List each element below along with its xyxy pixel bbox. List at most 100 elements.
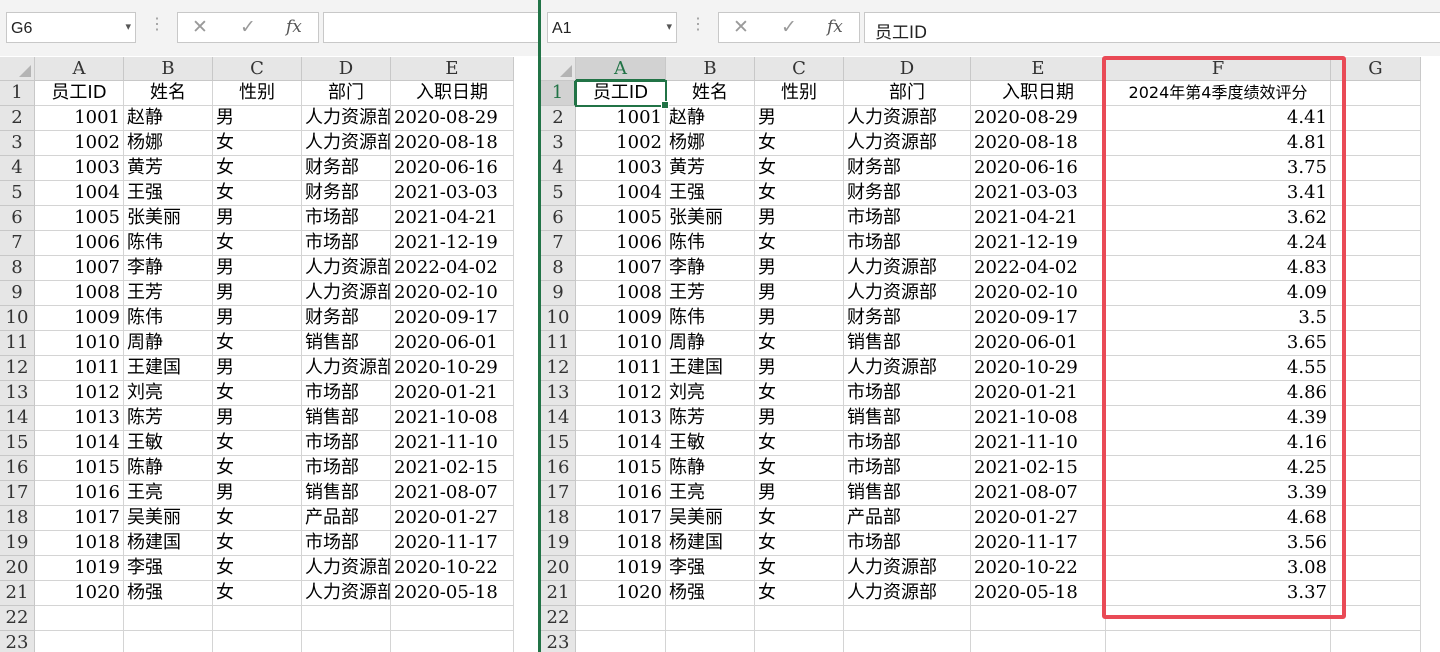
table-cell[interactable]: 陈伟 [666, 306, 755, 331]
chevron-down-icon[interactable]: ▾ [125, 20, 131, 33]
empty-cell[interactable] [124, 606, 213, 631]
table-cell[interactable]: 销售部 [302, 406, 391, 431]
row-header-6[interactable]: 6 [0, 206, 35, 231]
table-cell[interactable]: 女 [755, 556, 844, 581]
table-cell[interactable]: 人力资源部 [844, 281, 971, 306]
table-cell[interactable]: 1016 [576, 481, 666, 506]
table-cell[interactable]: 2021-03-03 [391, 181, 514, 206]
table-cell[interactable]: 产品部 [302, 506, 391, 531]
table-cell[interactable]: 王亮 [124, 481, 213, 506]
table-cell[interactable]: 男 [755, 206, 844, 231]
header-cell[interactable]: 员工ID [576, 81, 666, 106]
table-cell[interactable]: 1008 [35, 281, 124, 306]
table-cell[interactable]: 2020-10-29 [391, 356, 514, 381]
table-cell[interactable]: 2022-04-02 [971, 256, 1106, 281]
empty-cell[interactable] [1331, 256, 1421, 281]
table-cell[interactable]: 黄芳 [666, 156, 755, 181]
empty-cell[interactable] [302, 631, 391, 652]
table-cell[interactable]: 1003 [576, 156, 666, 181]
table-cell[interactable]: 销售部 [844, 331, 971, 356]
row-header-20[interactable]: 20 [0, 556, 35, 581]
table-cell[interactable]: 2020-10-22 [971, 556, 1106, 581]
empty-cell[interactable] [1106, 606, 1331, 631]
empty-cell[interactable] [844, 631, 971, 652]
table-cell[interactable]: 陈伟 [124, 306, 213, 331]
table-cell[interactable]: 1015 [35, 456, 124, 481]
row-header-22[interactable]: 22 [0, 606, 35, 631]
table-cell[interactable]: 赵静 [124, 106, 213, 131]
empty-cell[interactable] [1331, 281, 1421, 306]
name-box[interactable]: A1 ▾ [547, 12, 677, 43]
table-cell[interactable]: 3.62 [1106, 206, 1331, 231]
table-cell[interactable]: 女 [213, 331, 302, 356]
table-cell[interactable]: 2021-02-15 [971, 456, 1106, 481]
table-cell[interactable]: 张美丽 [124, 206, 213, 231]
table-cell[interactable]: 周静 [666, 331, 755, 356]
table-cell[interactable]: 市场部 [844, 431, 971, 456]
row-header-11[interactable]: 11 [0, 331, 35, 356]
row-header-13[interactable]: 13 [541, 381, 576, 406]
insert-function-icon[interactable]: fx [286, 17, 302, 37]
table-cell[interactable]: 人力资源部 [844, 356, 971, 381]
table-cell[interactable]: 3.56 [1106, 531, 1331, 556]
row-header-10[interactable]: 10 [541, 306, 576, 331]
table-cell[interactable]: 1018 [576, 531, 666, 556]
table-cell[interactable]: 张美丽 [666, 206, 755, 231]
table-cell[interactable]: 4.25 [1106, 456, 1331, 481]
table-cell[interactable]: 女 [755, 531, 844, 556]
table-cell[interactable]: 男 [755, 106, 844, 131]
cancel-icon[interactable]: ✕ [733, 16, 749, 38]
table-cell[interactable]: 陈伟 [666, 231, 755, 256]
table-cell[interactable]: 1002 [35, 131, 124, 156]
table-cell[interactable]: 销售部 [302, 331, 391, 356]
empty-cell[interactable] [1331, 506, 1421, 531]
table-cell[interactable]: 2020-08-18 [971, 131, 1106, 156]
table-cell[interactable]: 男 [213, 281, 302, 306]
table-cell[interactable]: 2020-06-01 [971, 331, 1106, 356]
table-cell[interactable]: 1020 [576, 581, 666, 606]
table-cell[interactable]: 王芳 [124, 281, 213, 306]
table-cell[interactable]: 1020 [35, 581, 124, 606]
row-header-1[interactable]: 1 [0, 81, 35, 106]
row-header-2[interactable]: 2 [0, 106, 35, 131]
header-cell[interactable]: 部门 [844, 81, 971, 106]
table-cell[interactable]: 2020-05-18 [391, 581, 514, 606]
table-cell[interactable]: 女 [213, 531, 302, 556]
table-cell[interactable]: 陈芳 [124, 406, 213, 431]
table-cell[interactable]: 4.39 [1106, 406, 1331, 431]
row-header-8[interactable]: 8 [541, 256, 576, 281]
table-cell[interactable]: 男 [213, 306, 302, 331]
empty-cell[interactable] [1331, 481, 1421, 506]
empty-cell[interactable] [1331, 406, 1421, 431]
table-cell[interactable]: 3.08 [1106, 556, 1331, 581]
table-cell[interactable]: 2020-02-10 [971, 281, 1106, 306]
row-header-5[interactable]: 5 [541, 181, 576, 206]
row-header-16[interactable]: 16 [541, 456, 576, 481]
empty-cell[interactable] [1331, 106, 1421, 131]
table-cell[interactable]: 人力资源部 [844, 581, 971, 606]
column-header-e[interactable]: E [971, 57, 1106, 81]
row-header-3[interactable]: 3 [0, 131, 35, 156]
table-cell[interactable]: 1005 [35, 206, 124, 231]
row-header-11[interactable]: 11 [541, 331, 576, 356]
row-header-2[interactable]: 2 [541, 106, 576, 131]
row-header-6[interactable]: 6 [541, 206, 576, 231]
table-cell[interactable]: 男 [213, 356, 302, 381]
table-cell[interactable]: 1008 [576, 281, 666, 306]
row-header-12[interactable]: 12 [541, 356, 576, 381]
table-cell[interactable]: 财务部 [844, 156, 971, 181]
header-cell[interactable]: 姓名 [666, 81, 755, 106]
row-header-4[interactable]: 4 [0, 156, 35, 181]
empty-cell[interactable] [1331, 331, 1421, 356]
table-cell[interactable]: 1004 [35, 181, 124, 206]
table-cell[interactable]: 王建国 [124, 356, 213, 381]
table-cell[interactable]: 4.41 [1106, 106, 1331, 131]
table-cell[interactable]: 2020-05-18 [971, 581, 1106, 606]
empty-cell[interactable] [1331, 181, 1421, 206]
table-cell[interactable]: 2021-10-08 [391, 406, 514, 431]
table-cell[interactable]: 王强 [124, 181, 213, 206]
table-cell[interactable]: 2020-09-17 [391, 306, 514, 331]
table-cell[interactable]: 人力资源部 [844, 106, 971, 131]
table-cell[interactable]: 1007 [35, 256, 124, 281]
table-cell[interactable]: 2020-11-17 [971, 531, 1106, 556]
